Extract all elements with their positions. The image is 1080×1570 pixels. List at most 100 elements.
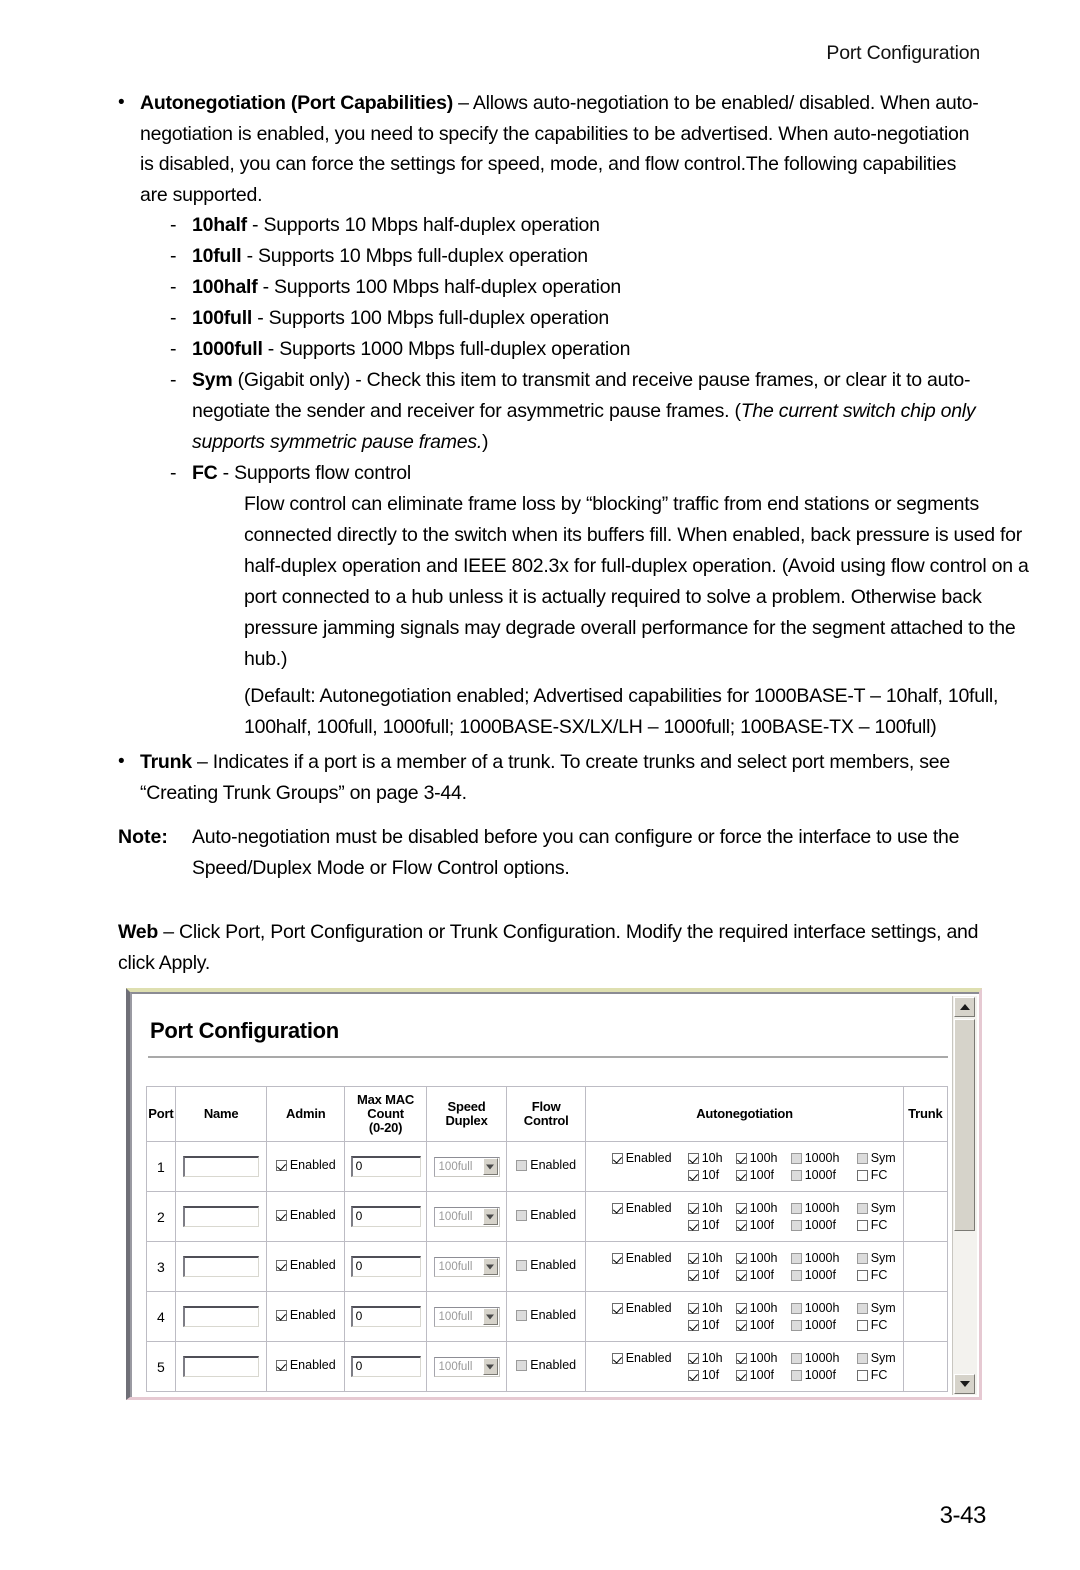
checkbox-icon[interactable]	[790, 1219, 802, 1231]
scroll-up-button[interactable]	[954, 997, 975, 1017]
max-mac-count-input[interactable]: 0	[350, 1306, 421, 1327]
chevron-down-icon[interactable]	[482, 1258, 498, 1275]
speed-duplex-select[interactable]: 100full	[433, 1206, 500, 1227]
autoneg-1000h-checkbox[interactable]: 1000h	[790, 1351, 847, 1365]
autoneg-enabled-checkbox[interactable]: Enabled	[611, 1251, 678, 1265]
chevron-down-icon[interactable]	[482, 1208, 498, 1225]
checkbox-icon[interactable]	[687, 1352, 699, 1364]
autoneg-10f-checkbox[interactable]: 10f	[687, 1318, 726, 1332]
autoneg-100f-checkbox[interactable]: 100f	[735, 1268, 781, 1282]
autoneg-1000f-checkbox[interactable]: 1000f	[790, 1368, 847, 1382]
autoneg-10h-checkbox[interactable]: 10h	[687, 1201, 726, 1215]
chevron-down-icon[interactable]	[482, 1158, 498, 1175]
checkbox-icon[interactable]	[275, 1260, 287, 1271]
checkbox-icon[interactable]	[856, 1302, 868, 1314]
flow-control-checkbox[interactable]: Enabled	[516, 1209, 576, 1222]
autoneg-10f-checkbox[interactable]: 10f	[687, 1218, 726, 1232]
autoneg-100h-checkbox[interactable]: 100h	[735, 1351, 781, 1365]
speed-duplex-select[interactable]: 100full	[433, 1256, 500, 1277]
checkbox-icon[interactable]	[856, 1319, 868, 1331]
checkbox-icon[interactable]	[687, 1152, 699, 1164]
name-input[interactable]	[183, 1356, 260, 1377]
max-mac-count-input[interactable]: 0	[350, 1356, 421, 1377]
checkbox-icon[interactable]	[735, 1369, 747, 1381]
autoneg-fc-checkbox[interactable]: FC	[856, 1268, 897, 1282]
autoneg-sym-checkbox[interactable]: Sym	[856, 1251, 897, 1265]
checkbox-icon[interactable]	[790, 1252, 802, 1264]
checkbox-icon[interactable]	[790, 1319, 802, 1331]
autoneg-fc-checkbox[interactable]: FC	[856, 1318, 897, 1332]
admin-enabled-checkbox[interactable]: Enabled	[275, 1309, 336, 1322]
autoneg-10f-checkbox[interactable]: 10f	[687, 1368, 726, 1382]
checkbox-icon[interactable]	[790, 1152, 802, 1164]
autoneg-10h-checkbox[interactable]: 10h	[687, 1251, 726, 1265]
name-input[interactable]	[183, 1306, 260, 1327]
checkbox-icon[interactable]	[790, 1352, 802, 1364]
autoneg-100h-checkbox[interactable]: 100h	[735, 1251, 781, 1265]
checkbox-icon[interactable]	[687, 1319, 699, 1331]
name-input[interactable]	[183, 1256, 260, 1277]
checkbox-icon[interactable]	[856, 1152, 868, 1164]
checkbox-icon[interactable]	[790, 1369, 802, 1381]
checkbox-icon[interactable]	[856, 1352, 868, 1364]
checkbox-icon[interactable]	[735, 1269, 747, 1281]
autoneg-100f-checkbox[interactable]: 100f	[735, 1318, 781, 1332]
checkbox-icon[interactable]	[687, 1219, 699, 1231]
speed-duplex-select[interactable]: 100full	[433, 1356, 500, 1377]
checkbox-icon[interactable]	[687, 1252, 699, 1264]
flow-control-checkbox[interactable]: Enabled	[516, 1259, 576, 1272]
checkbox-icon[interactable]	[735, 1302, 747, 1314]
checkbox-icon[interactable]	[516, 1360, 528, 1371]
checkbox-icon[interactable]	[611, 1252, 623, 1264]
checkbox-icon[interactable]	[735, 1252, 747, 1264]
autoneg-enabled-checkbox[interactable]: Enabled	[611, 1201, 678, 1215]
vertical-scrollbar[interactable]	[952, 996, 977, 1395]
checkbox-icon[interactable]	[275, 1210, 287, 1221]
checkbox-icon[interactable]	[790, 1202, 802, 1214]
autoneg-enabled-checkbox[interactable]: Enabled	[611, 1151, 678, 1165]
autoneg-sym-checkbox[interactable]: Sym	[856, 1301, 897, 1315]
checkbox-icon[interactable]	[275, 1310, 287, 1321]
checkbox-icon[interactable]	[516, 1210, 528, 1221]
flow-control-checkbox[interactable]: Enabled	[516, 1159, 576, 1172]
checkbox-icon[interactable]	[856, 1252, 868, 1264]
autoneg-sym-checkbox[interactable]: Sym	[856, 1151, 897, 1165]
chevron-down-icon[interactable]	[482, 1308, 498, 1325]
max-mac-count-input[interactable]: 0	[350, 1206, 421, 1227]
checkbox-icon[interactable]	[687, 1369, 699, 1381]
speed-duplex-select[interactable]: 100full	[433, 1156, 500, 1177]
checkbox-icon[interactable]	[687, 1269, 699, 1281]
checkbox-icon[interactable]	[790, 1269, 802, 1281]
autoneg-enabled-checkbox[interactable]: Enabled	[611, 1301, 678, 1315]
checkbox-icon[interactable]	[611, 1202, 623, 1214]
checkbox-icon[interactable]	[516, 1160, 528, 1171]
autoneg-1000f-checkbox[interactable]: 1000f	[790, 1218, 847, 1232]
autoneg-10h-checkbox[interactable]: 10h	[687, 1301, 726, 1315]
autoneg-100f-checkbox[interactable]: 100f	[735, 1368, 781, 1382]
autoneg-100h-checkbox[interactable]: 100h	[735, 1151, 781, 1165]
checkbox-icon[interactable]	[856, 1269, 868, 1281]
autoneg-1000h-checkbox[interactable]: 1000h	[790, 1251, 847, 1265]
autoneg-fc-checkbox[interactable]: FC	[856, 1218, 897, 1232]
autoneg-sym-checkbox[interactable]: Sym	[856, 1201, 897, 1215]
speed-duplex-select[interactable]: 100full	[433, 1306, 500, 1327]
autoneg-100f-checkbox[interactable]: 100f	[735, 1168, 781, 1182]
checkbox-icon[interactable]	[856, 1369, 868, 1381]
flow-control-checkbox[interactable]: Enabled	[516, 1359, 576, 1372]
checkbox-icon[interactable]	[735, 1319, 747, 1331]
autoneg-10h-checkbox[interactable]: 10h	[687, 1351, 726, 1365]
autoneg-100h-checkbox[interactable]: 100h	[735, 1201, 781, 1215]
checkbox-icon[interactable]	[735, 1152, 747, 1164]
autoneg-1000f-checkbox[interactable]: 1000f	[790, 1168, 847, 1182]
checkbox-icon[interactable]	[856, 1169, 868, 1181]
checkbox-icon[interactable]	[790, 1302, 802, 1314]
checkbox-icon[interactable]	[687, 1202, 699, 1214]
autoneg-enabled-checkbox[interactable]: Enabled	[611, 1351, 678, 1365]
autoneg-1000h-checkbox[interactable]: 1000h	[790, 1151, 847, 1165]
name-input[interactable]	[183, 1206, 260, 1227]
checkbox-icon[interactable]	[735, 1352, 747, 1364]
checkbox-icon[interactable]	[611, 1152, 623, 1164]
checkbox-icon[interactable]	[516, 1260, 528, 1271]
name-input[interactable]	[183, 1156, 260, 1177]
admin-enabled-checkbox[interactable]: Enabled	[275, 1359, 336, 1372]
